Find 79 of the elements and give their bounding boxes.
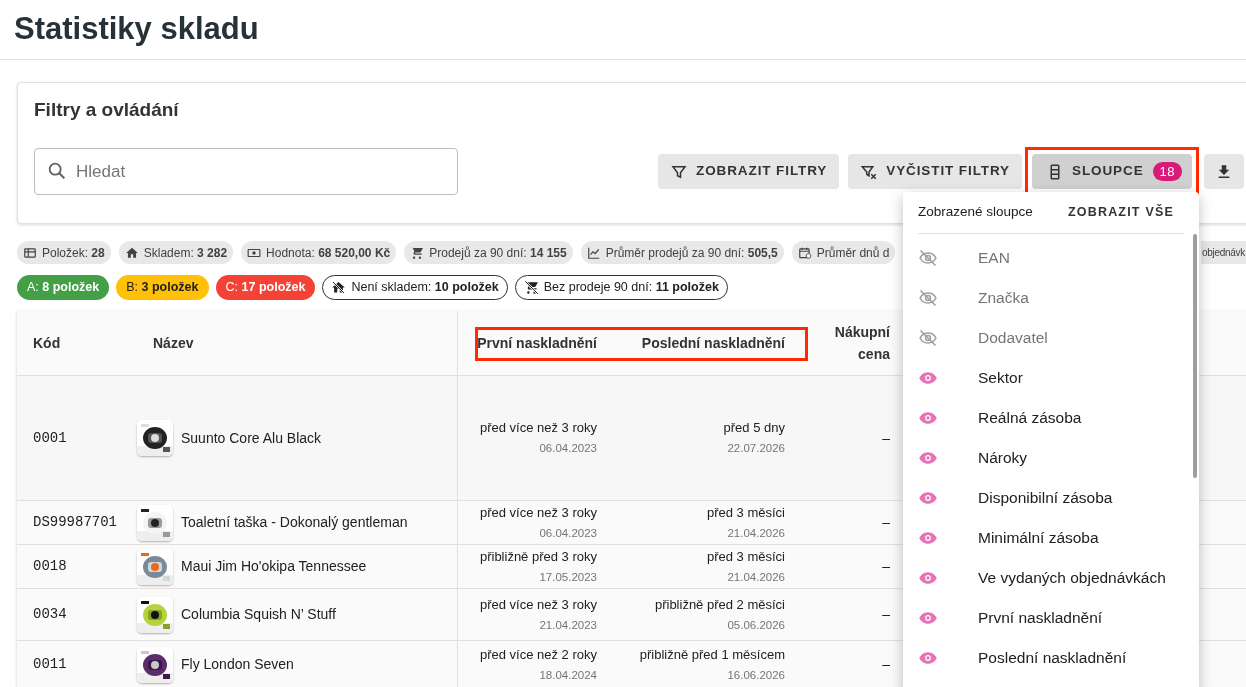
date-cell-text: 21.04.2026 — [727, 525, 785, 541]
relative-date: před 3 měsíci — [706, 547, 785, 566]
relative-date: přibližně před 1 měsícem — [639, 645, 785, 664]
column-header[interactable]: Kód — [33, 332, 61, 354]
card-title: Filtry a ovládání — [34, 98, 179, 122]
column-toggle-item[interactable]: Dodavatel — [903, 318, 1199, 358]
price-cell-text: – — [882, 655, 890, 674]
code-cell-text: 0011 — [33, 655, 67, 674]
code-cell-text: 0001 — [33, 428, 67, 448]
relative-date: před více než 3 roky — [479, 419, 597, 437]
date-cell-text: 22.07.2026 — [727, 441, 785, 456]
summary-chip: Položek: 28 — [17, 241, 111, 264]
column-toggle-item[interactable]: Ve vydaných objednávkách — [903, 558, 1199, 598]
crossed-home-icon — [331, 280, 347, 295]
relative-date: před více než 2 roky — [479, 645, 597, 664]
column-header[interactable]: Nákupní cena — [830, 321, 890, 365]
count-badge: 18 — [1152, 162, 1182, 181]
price-cell-text: – — [882, 513, 890, 532]
relative-date: před více než 3 roky — [479, 503, 597, 522]
line-chart-icon — [586, 245, 601, 260]
calendar-icon — [797, 245, 812, 260]
price-cell-text: – — [882, 557, 890, 576]
column-toggle-item[interactable]: Sektor — [903, 358, 1199, 398]
download-button[interactable] — [1204, 154, 1244, 189]
date-cell-text: 16.06.2026 — [727, 667, 785, 683]
relative-date: před 3 měsíci — [706, 503, 785, 522]
summary-chip: Skladem: 3 282 — [118, 241, 234, 264]
show-filters-button[interactable]: ZOBRAZIT FILTRY — [658, 154, 840, 189]
product-name: Suunto Core Alu Black — [181, 428, 322, 448]
date-cell-text: 18.04.2024 — [539, 667, 597, 683]
column-toggle-item[interactable]: Značka — [903, 278, 1199, 318]
class-chip[interactable]: C: 17 položek — [215, 275, 316, 300]
relative-date: přibližně před 2 měsíci — [654, 595, 785, 614]
column-header[interactable]: Poslední naskladnění — [641, 332, 785, 354]
relative-date: před 5 dny — [723, 419, 785, 437]
product-name: Maui Jim Ho'okipa Tennessee — [181, 557, 367, 576]
summary-chip: Prodejů za 90 dní: 14 155 — [404, 241, 573, 264]
code-cell-text: 0034 — [33, 605, 67, 624]
product-name: Toaletní taška - Dokonalý gentleman — [181, 513, 408, 532]
code-cell-text: DS99987701 — [33, 513, 117, 532]
class-chip[interactable]: B: 3 položek — [116, 275, 209, 300]
column-header[interactable]: Název — [153, 332, 194, 354]
column-header[interactable]: První naskladnění — [477, 332, 597, 354]
column-toggle-item[interactable]: Reálná zásoba — [903, 398, 1199, 438]
column-toggle-item[interactable]: První naskladnění — [903, 598, 1199, 638]
columns-button[interactable]: SLOUPCE 18 — [1032, 154, 1192, 189]
table-icon — [23, 245, 37, 260]
summary-chip: objednávk — [1201, 241, 1246, 264]
date-cell-text: 05.06.2026 — [727, 617, 785, 633]
column-toggle-item[interactable]: Nároky — [903, 438, 1199, 478]
search-icon — [46, 160, 68, 182]
cart-icon — [410, 245, 425, 260]
summary-chip: Hodnota: 68 520,00 Kč — [241, 241, 397, 264]
relative-date: před více než 3 roky — [479, 595, 597, 614]
product-name: Columbia Squish N’ Stuff — [181, 605, 336, 624]
column-toggle-item[interactable]: Minimální zásoba — [903, 518, 1199, 558]
column-toggle-item[interactable]: EAN — [903, 238, 1199, 278]
clear-filters-button[interactable]: VYČISTIT FILTRY — [848, 154, 1022, 189]
show-all-button[interactable]: ZOBRAZIT VŠE — [1057, 199, 1184, 226]
page-title: Statistiky skladu — [14, 10, 259, 49]
code-cell-text: 0018 — [33, 557, 67, 576]
date-cell-text: 21.04.2023 — [539, 617, 597, 633]
menu-title: Zobrazené sloupce — [918, 203, 1033, 222]
summary-chip: Průměr prodejů za 90 dní: 505,5 — [580, 241, 784, 264]
date-cell-text: 17.05.2023 — [539, 569, 597, 585]
product-name: Fly London Seven — [181, 655, 294, 674]
column-toggle-item[interactable]: Disponibilní zásoba — [903, 478, 1199, 518]
price-cell-text: – — [882, 428, 890, 448]
column-toggle-item[interactable]: Poslední naskladnění — [903, 638, 1199, 678]
home-icon — [124, 245, 139, 260]
search-field[interactable]: Hledat — [34, 148, 458, 195]
relative-date: přibližně před 3 roky — [479, 547, 597, 566]
date-cell-text: 06.04.2023 — [539, 525, 597, 541]
date-cell-text: 06.04.2023 — [539, 441, 597, 456]
summary-chip: Průměr dnů d — [791, 241, 896, 264]
price-cell-text: – — [882, 605, 890, 624]
date-cell-text: 21.04.2026 — [727, 569, 785, 585]
crossed-cart-icon — [523, 280, 539, 295]
scrollbar-thumb[interactable] — [1193, 234, 1197, 478]
